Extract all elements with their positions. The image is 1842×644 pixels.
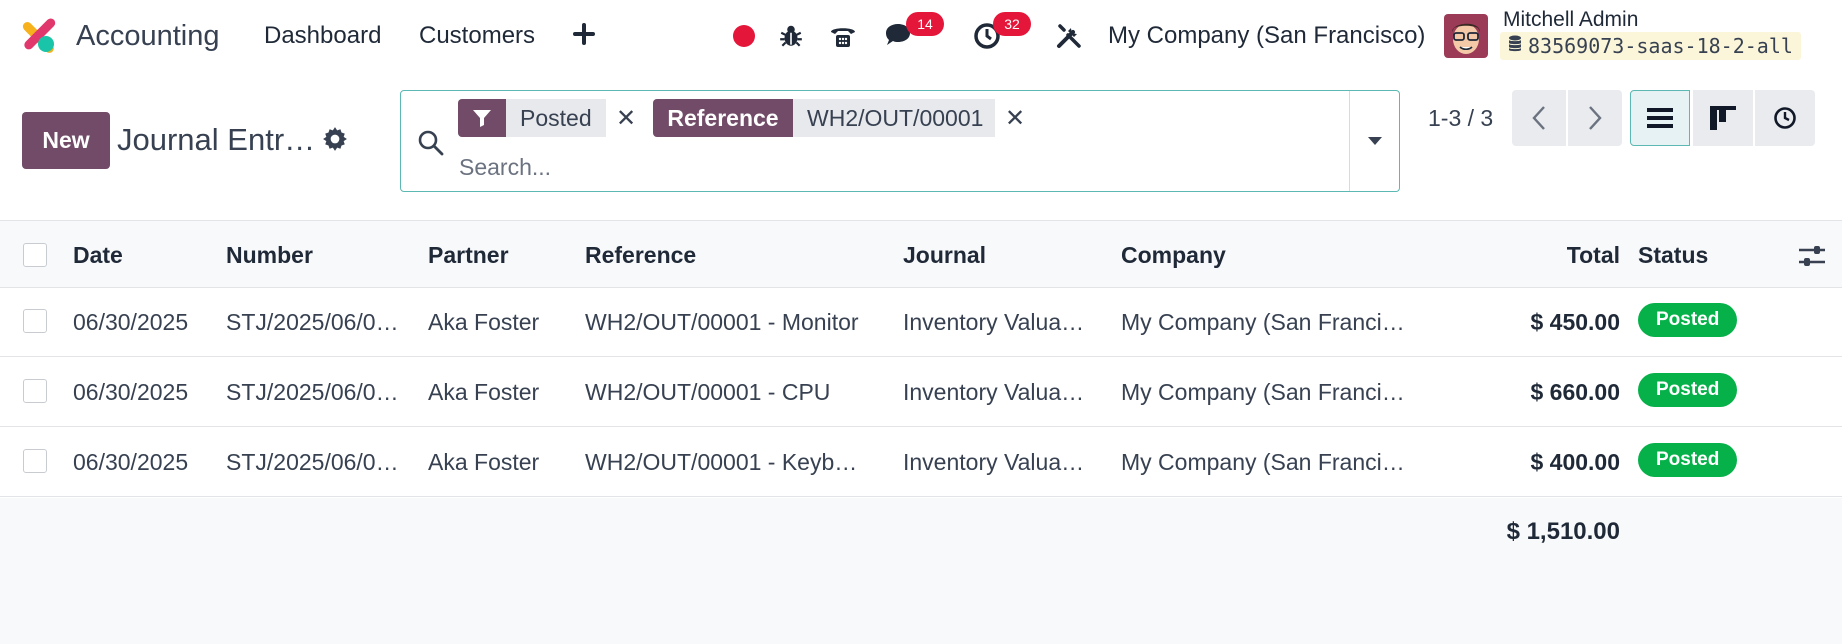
cell-journal: Inventory Valua…	[903, 379, 1085, 405]
chevron-right-icon[interactable]	[1568, 90, 1622, 146]
cell-total: $ 660.00	[1530, 379, 1620, 405]
cell-partner: Aka Foster	[428, 309, 540, 335]
company-switcher[interactable]: My Company (San Francisco)	[1108, 21, 1425, 51]
menu-customers[interactable]: Customers	[419, 21, 535, 51]
column-reference[interactable]: Reference	[585, 241, 696, 269]
accounting-logo-icon[interactable]	[18, 16, 58, 54]
cell-total: $ 450.00	[1530, 309, 1620, 335]
table-row[interactable]: 06/30/2025 STJ/2025/06/0… Aka Foster WH2…	[0, 358, 1842, 427]
facet-value: Posted	[506, 99, 606, 137]
facet-posted: Posted ✕	[458, 99, 646, 137]
cell-date: 06/30/2025	[73, 309, 189, 335]
row-checkbox[interactable]	[23, 379, 47, 403]
cell-number: STJ/2025/06/0…	[226, 309, 399, 335]
plus-icon[interactable]	[566, 16, 602, 52]
activity-view-icon[interactable]	[1755, 90, 1815, 146]
facet-value: WH2/OUT/00001	[793, 99, 995, 137]
database-badge: 83569073-saas-18-2-all	[1500, 32, 1801, 60]
search-panel: Posted ✕ Reference WH2/OUT/00001 ✕	[400, 90, 1400, 192]
messages-count-badge: 14	[906, 12, 944, 36]
caret-down-icon[interactable]	[1349, 91, 1399, 191]
cell-journal: Inventory Valua…	[903, 449, 1085, 475]
filter-icon	[458, 99, 506, 137]
table-row[interactable]: 06/30/2025 STJ/2025/06/0… Aka Foster WH2…	[0, 428, 1842, 497]
page-title: Journal Entr…	[117, 122, 316, 157]
search-input[interactable]	[457, 147, 1237, 187]
avatar[interactable]	[1444, 14, 1488, 58]
phone-icon[interactable]	[825, 18, 861, 54]
row-checkbox[interactable]	[23, 309, 47, 333]
clock-icon[interactable]: 32	[969, 12, 1031, 54]
activities-count-badge: 32	[993, 12, 1031, 36]
new-button[interactable]: New	[22, 112, 110, 169]
table-header: Date Number Partner Reference Journal Co…	[0, 220, 1842, 288]
app-name[interactable]: Accounting	[76, 17, 220, 55]
cell-date: 06/30/2025	[73, 449, 189, 475]
column-company[interactable]: Company	[1121, 241, 1226, 269]
list-view-icon[interactable]	[1630, 90, 1690, 146]
status-badge: Posted	[1638, 373, 1738, 407]
search-icon[interactable]	[417, 129, 445, 157]
close-icon[interactable]: ✕	[606, 99, 646, 137]
pager-value[interactable]: 1-3 / 3	[1428, 105, 1493, 132]
cell-partner: Aka Foster	[428, 379, 540, 405]
table-row[interactable]: 06/30/2025 STJ/2025/06/0… Aka Foster WH2…	[0, 288, 1842, 357]
chevron-left-icon[interactable]	[1512, 90, 1566, 146]
cell-partner: Aka Foster	[428, 449, 540, 475]
grand-total: $ 1,510.00	[1506, 518, 1620, 545]
cell-number: STJ/2025/06/0…	[226, 379, 399, 405]
column-journal[interactable]: Journal	[903, 241, 986, 269]
cell-company: My Company (San Franci…	[1121, 309, 1405, 335]
kanban-view-icon[interactable]	[1693, 90, 1753, 146]
facet-label: Reference	[653, 99, 793, 137]
status-badge: Posted	[1638, 443, 1738, 477]
cell-date: 06/30/2025	[73, 379, 189, 405]
database-icon	[1508, 34, 1522, 58]
tools-icon[interactable]	[1051, 18, 1087, 54]
column-number[interactable]: Number	[226, 241, 313, 269]
gear-icon[interactable]	[322, 126, 348, 152]
top-navbar: Accounting Dashboard Customers 14 32 My …	[0, 0, 1842, 72]
bug-icon[interactable]	[773, 18, 809, 54]
cell-reference: WH2/OUT/00001 - CPU	[585, 379, 831, 405]
column-date[interactable]: Date	[73, 241, 123, 269]
cell-reference: WH2/OUT/00001 - Keyb…	[585, 449, 858, 475]
database-name: 83569073-saas-18-2-all	[1528, 34, 1793, 58]
column-settings-icon[interactable]	[1798, 243, 1826, 274]
user-name[interactable]: Mitchell Admin	[1503, 8, 1638, 32]
facet-reference: Reference WH2/OUT/00001 ✕	[653, 99, 1035, 137]
cell-reference: WH2/OUT/00001 - Monitor	[585, 309, 859, 335]
select-all-checkbox[interactable]	[23, 243, 47, 267]
column-total[interactable]: Total	[1500, 241, 1620, 269]
cell-total: $ 400.00	[1530, 449, 1620, 475]
cell-number: STJ/2025/06/0…	[226, 449, 399, 475]
record-dot-icon[interactable]	[726, 18, 762, 54]
cell-company: My Company (San Franci…	[1121, 449, 1405, 475]
row-checkbox[interactable]	[23, 449, 47, 473]
chat-icon[interactable]: 14	[882, 12, 944, 54]
status-badge: Posted	[1638, 303, 1738, 337]
table-footer: $ 1,510.00	[0, 498, 1842, 644]
column-partner[interactable]: Partner	[428, 241, 509, 269]
column-status[interactable]: Status	[1638, 241, 1708, 269]
close-icon[interactable]: ✕	[995, 99, 1035, 137]
cell-journal: Inventory Valua…	[903, 309, 1085, 335]
menu-dashboard[interactable]: Dashboard	[264, 21, 381, 51]
cell-company: My Company (San Franci…	[1121, 379, 1405, 405]
